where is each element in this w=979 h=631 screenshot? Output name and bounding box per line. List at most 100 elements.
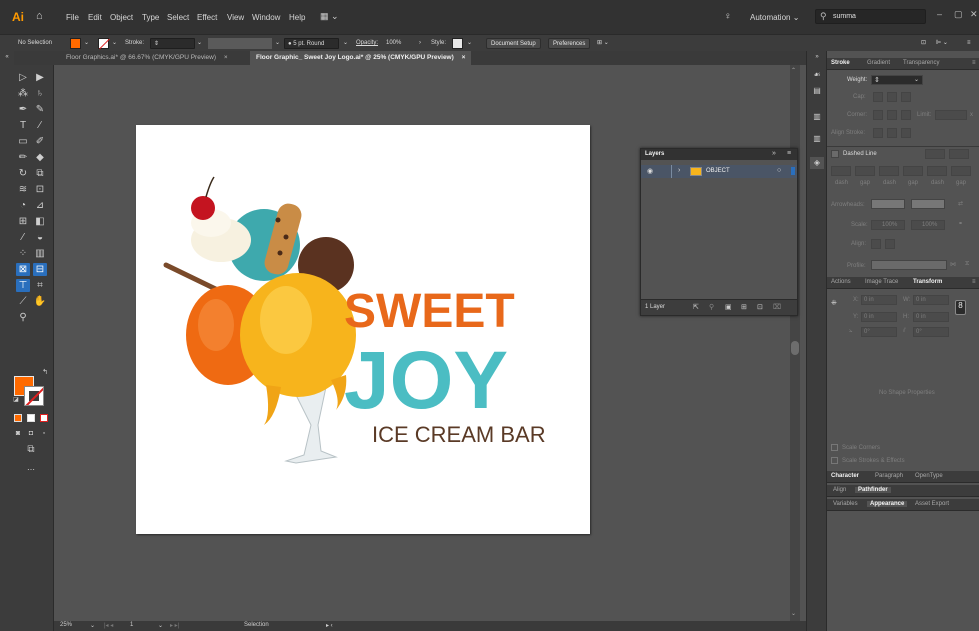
document-setup-button[interactable]: Document Setup [486, 38, 541, 49]
tab-actions[interactable]: Actions [831, 279, 851, 285]
menu-lines-icon[interactable]: ≡ [967, 38, 971, 49]
artboard-number[interactable]: 1 [130, 622, 133, 628]
menu-help[interactable]: Help [289, 13, 305, 22]
gradient-mode-icon[interactable] [24, 413, 38, 426]
brush-definition-dropdown[interactable]: ● 5 pt. Round [284, 38, 339, 49]
symbol-sprayer-tool-icon[interactable]: ⁘ [16, 247, 30, 260]
close-window-button[interactable]: ✕ [970, 9, 978, 20]
opacity-value[interactable]: 100% [386, 38, 401, 49]
tab-gradient[interactable]: Gradient [867, 60, 890, 66]
dashed-line-checkbox[interactable] [831, 150, 839, 158]
butt-cap-icon[interactable] [873, 92, 883, 102]
round-join-icon[interactable] [887, 110, 897, 120]
bevel-join-icon[interactable] [901, 110, 911, 120]
artboard-chevron-icon[interactable]: ⌄ [158, 622, 163, 629]
search-input[interactable]: ⚲ summa [815, 9, 926, 24]
type-tool-icon[interactable]: T [16, 119, 30, 132]
crop-tool-icon[interactable]: ⌗ [33, 279, 47, 292]
menu-file[interactable]: File [66, 13, 79, 22]
variable-width-profile[interactable] [208, 38, 272, 49]
default-colors-icon[interactable]: ◪ [9, 394, 23, 407]
screen-mode-icon[interactable]: ⧉ [24, 443, 38, 456]
panel-menu-icon[interactable]: ≡ [787, 150, 791, 157]
tab-align[interactable]: Align [833, 487, 846, 493]
scale-corners-checkbox[interactable] [831, 444, 838, 451]
zoom-tool-icon[interactable]: ⚲ [16, 311, 30, 324]
swap-colors-icon[interactable]: ↰ [38, 366, 52, 379]
dash-field-2[interactable] [879, 166, 899, 176]
slice-tool-icon[interactable]: ⊟ [33, 263, 47, 276]
shear-field[interactable]: 0° [913, 327, 949, 337]
maximize-button[interactable]: ▢ [954, 9, 963, 20]
properties-panel-icon[interactable]: ▤ [810, 85, 824, 97]
width-profile-select[interactable] [871, 260, 947, 270]
libraries-panel-icon[interactable]: ▥ [810, 111, 824, 123]
color-mode-icon[interactable] [11, 413, 25, 426]
fill-color-swatch[interactable] [70, 38, 81, 49]
gap-field-3[interactable] [951, 166, 971, 176]
arrange-icon[interactable]: ⊞ ⌄ [597, 38, 609, 49]
new-sublayer-icon[interactable]: ⊞ [741, 303, 747, 311]
brush-chevron-icon[interactable]: ⌄ [343, 38, 348, 49]
free-transform-tool-icon[interactable]: ⊡ [33, 183, 47, 196]
perspective-grid-tool-icon[interactable]: ⊿ [33, 199, 47, 212]
rotate-field[interactable]: 0° [861, 327, 897, 337]
tab-opentype[interactable]: OpenType [915, 473, 943, 479]
end-arrowhead-select[interactable] [911, 199, 945, 209]
pen-tool-icon[interactable]: ✒ [16, 103, 30, 116]
style-chevron-icon[interactable]: ⌄ [467, 38, 472, 49]
arrow-tip-at-end-icon[interactable] [885, 239, 895, 249]
rectangle-tool-icon[interactable]: ▭ [16, 135, 30, 148]
stroke-color-swatch[interactable] [98, 38, 109, 49]
end-scale-field[interactable]: 100% [911, 220, 945, 230]
x-field[interactable]: 0 in [861, 295, 897, 305]
tab-variables[interactable]: Variables [833, 501, 858, 507]
align-options-icon[interactable]: ⊫ ⌄ [936, 38, 948, 49]
menu-effect[interactable]: Effect [197, 13, 217, 22]
width-tool-icon[interactable]: ⟋ [16, 295, 30, 308]
scale-tool-icon[interactable]: ⧉ [33, 167, 47, 180]
constrain-proportions-icon[interactable]: 8 [955, 300, 966, 315]
panel-menu-icon[interactable]: ≡ [972, 60, 976, 66]
lightbulb-icon[interactable]: ♀ [724, 11, 732, 22]
dash-field-1[interactable] [831, 166, 851, 176]
panel-options-icon[interactable]: ⊡ [921, 38, 926, 49]
zoom-chevron-icon[interactable]: ⌄ [90, 622, 95, 629]
edit-toolbar-icon[interactable]: ⋯ [24, 463, 38, 476]
arrow-tip-beyond-icon[interactable] [871, 239, 881, 249]
fill-dropdown-chevron-icon[interactable]: ⌄ [84, 38, 89, 49]
target-circle-icon[interactable]: ○ [777, 167, 781, 174]
stroke-weight-chevron-icon[interactable]: ⌄ [197, 38, 202, 49]
profile-chevron-icon[interactable]: ⌄ [275, 38, 280, 49]
reference-point-icon[interactable]: ⁜ [831, 299, 837, 307]
expand-panels-icon[interactable]: » [810, 51, 824, 63]
mesh-tool-icon[interactable]: ⊞ [16, 215, 30, 228]
scrollbar-thumb[interactable] [791, 341, 799, 355]
close-tab-icon[interactable]: × [462, 54, 466, 61]
layers-panel-icon[interactable]: ◈ [810, 157, 824, 169]
tab-transparency[interactable]: Transparency [903, 60, 939, 66]
visibility-eye-icon[interactable]: ◉ [647, 167, 653, 175]
next-artboard-icon[interactable]: ▸ ▸| [170, 622, 179, 629]
paintbrush-tool-icon[interactable]: ✐ [33, 135, 47, 148]
blend-tool-icon[interactable]: ◒ [33, 231, 47, 244]
zoom-level[interactable]: 25% [60, 622, 72, 628]
pencil-tool-icon[interactable]: ✏ [16, 151, 30, 164]
line-tool-icon[interactable]: ∕ [33, 119, 47, 132]
start-scale-field[interactable]: 100% [871, 220, 905, 230]
flip-along-icon[interactable]: ⋈ [950, 261, 956, 268]
align-center-icon[interactable] [873, 128, 883, 138]
rotate-tool-icon[interactable]: ↻ [16, 167, 30, 180]
tab-paragraph[interactable]: Paragraph [875, 473, 903, 479]
tab-asset-export[interactable]: Asset Export [915, 501, 949, 507]
delete-layer-icon[interactable]: ⌧ [773, 303, 781, 311]
eyedropper-tool-icon[interactable]: ⁄ [16, 231, 30, 244]
h-field[interactable]: 0 in [913, 312, 949, 322]
expand-layer-chevron-icon[interactable]: › [678, 167, 680, 174]
locate-object-icon[interactable]: ⚲ [709, 303, 714, 311]
menu-type[interactable]: Type [142, 13, 159, 22]
menu-window[interactable]: Window [252, 13, 280, 22]
warp-tool-icon[interactable]: ≋ [16, 183, 30, 196]
collapse-panel-icon[interactable]: » [772, 150, 776, 157]
dash-field-3[interactable] [927, 166, 947, 176]
